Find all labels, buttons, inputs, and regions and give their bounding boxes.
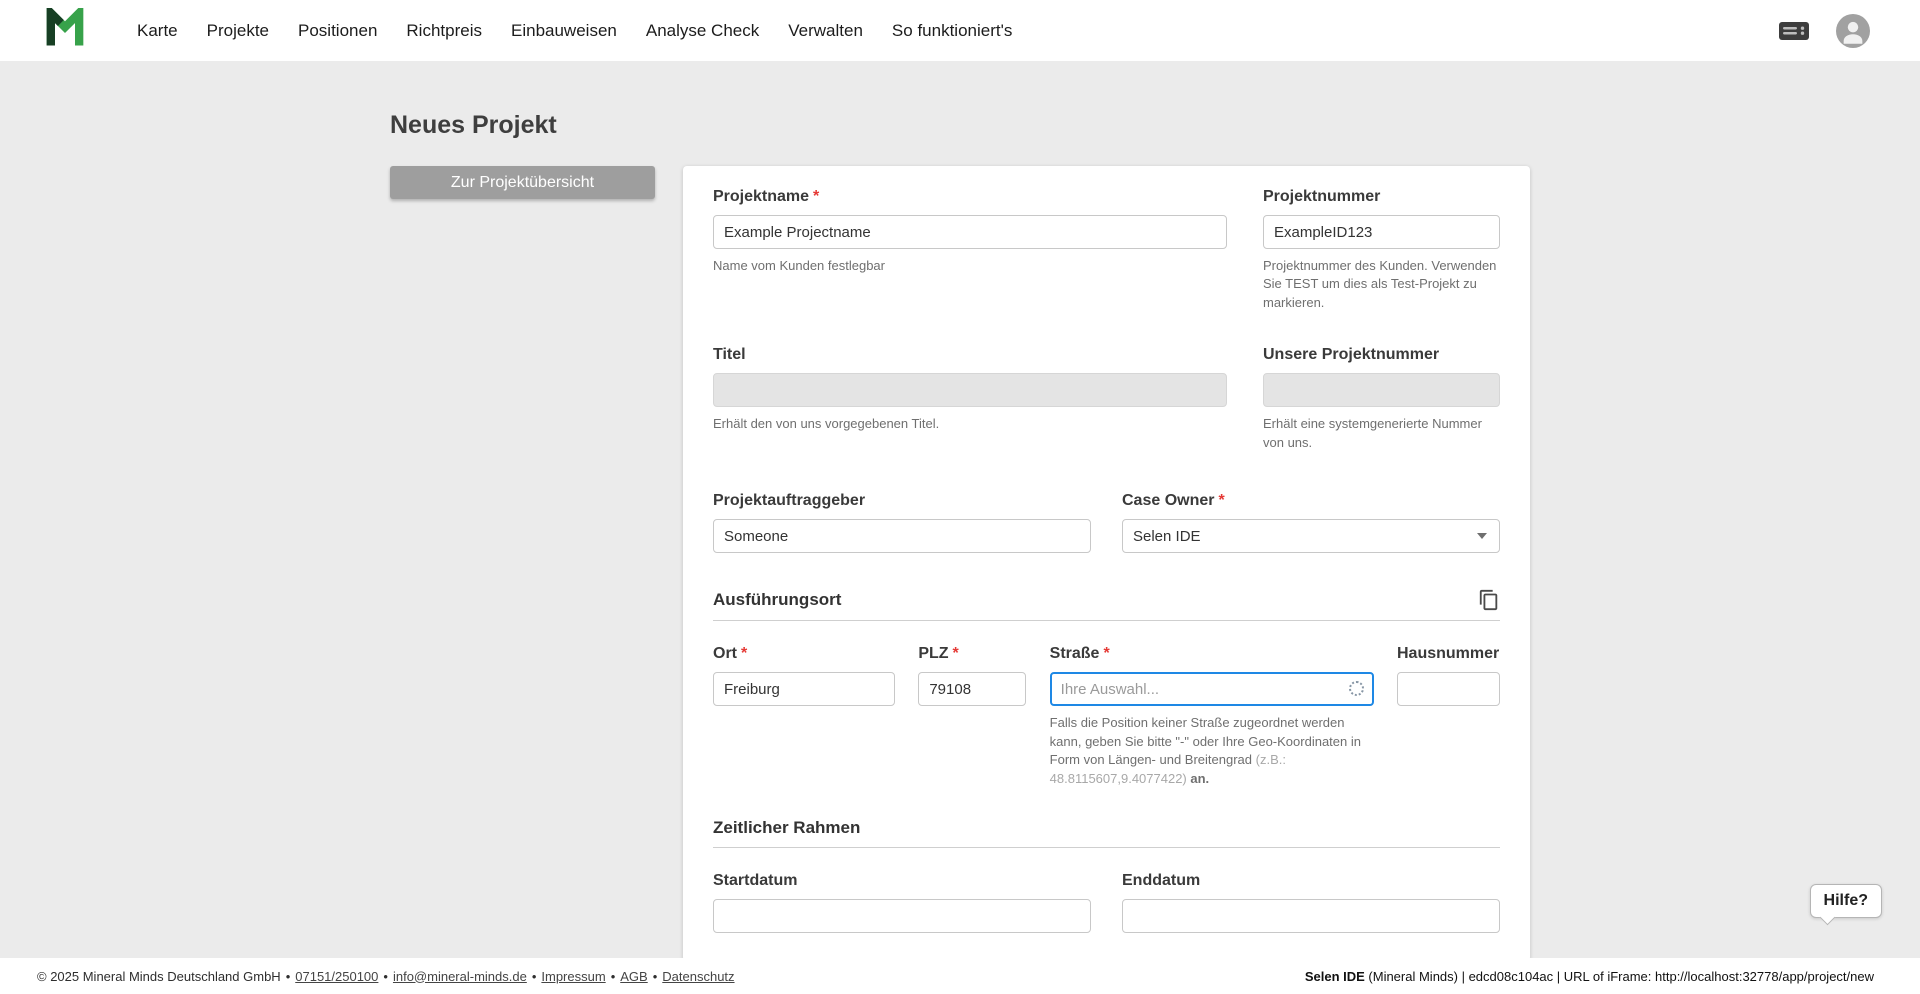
nav-item-analyse-check[interactable]: Analyse Check (646, 21, 759, 41)
app-logo[interactable] (45, 8, 85, 53)
plz-label: PLZ* (918, 645, 1026, 663)
chevron-down-icon (1477, 533, 1487, 539)
project-overview-button[interactable]: Zur Projektübersicht (390, 166, 655, 199)
user-avatar-icon[interactable] (1836, 14, 1870, 48)
nav-item-positionen[interactable]: Positionen (298, 21, 377, 41)
logo-icon (45, 8, 85, 53)
footer-separator: • (653, 969, 658, 984)
footer-impressum-link[interactable]: Impressum (541, 969, 605, 984)
projektauftraggeber-input[interactable] (713, 519, 1091, 553)
footer-left: © 2025 Mineral Minds Deutschland GmbH • … (37, 969, 735, 984)
case-owner-select[interactable]: Selen IDE (1122, 519, 1500, 553)
nav-menu: Karte Projekte Positionen Richtpreis Ein… (137, 21, 1012, 41)
startdatum-label: Startdatum (713, 872, 1091, 890)
nav-item-projekte[interactable]: Projekte (207, 21, 269, 41)
enddatum-label: Enddatum (1122, 872, 1500, 890)
footer-email-link[interactable]: info@mineral-minds.de (393, 969, 527, 984)
plz-input[interactable] (918, 672, 1026, 706)
nav-item-so-funktionierts[interactable]: So funktioniert's (892, 21, 1012, 41)
footer-datenschutz-link[interactable]: Datenschutz (662, 969, 734, 984)
section-divider (713, 620, 1500, 621)
projektnummer-label: Projektnummer (1263, 188, 1500, 206)
nav-item-karte[interactable]: Karte (137, 21, 178, 41)
loading-spinner-icon (1349, 681, 1364, 696)
nav-item-verwalten[interactable]: Verwalten (788, 21, 863, 41)
ort-label: Ort* (713, 645, 895, 663)
main-area: Neues Projekt Zur Projektübersicht Proje… (0, 61, 1920, 958)
projektnummer-input[interactable] (1263, 215, 1500, 249)
section-title-zeitlicher-rahmen: Zeitlicher Rahmen (713, 818, 860, 838)
footer-phone-link[interactable]: 07151/250100 (295, 969, 378, 984)
hausnummer-input[interactable] (1397, 672, 1500, 706)
top-nav: Karte Projekte Positionen Richtpreis Ein… (0, 0, 1920, 61)
section-title-ausfuehrungsort: Ausführungsort (713, 590, 841, 610)
required-asterisk: * (741, 645, 747, 662)
projektname-helper: Name vom Kunden festlegbar (713, 257, 1227, 275)
titel-helper: Erhält den von uns vorgegebenen Titel. (713, 415, 1227, 433)
case-owner-label: Case Owner* (1122, 492, 1500, 510)
footer-session-info: Selen IDE (Mineral Minds) | edcd08c104ac… (1305, 969, 1874, 984)
footer-agb-link[interactable]: AGB (620, 969, 647, 984)
strasse-input[interactable] (1050, 672, 1374, 706)
projektname-label: Projektname* (713, 188, 1227, 206)
required-asterisk: * (1218, 492, 1224, 509)
projektauftraggeber-label: Projektauftraggeber (713, 492, 1091, 510)
hausnummer-label: Hausnummer (1397, 645, 1500, 663)
footer-user-name: Selen IDE (1305, 969, 1365, 984)
strasse-label: Straße* (1050, 645, 1374, 663)
help-button[interactable]: Hilfe? (1810, 884, 1882, 918)
nav-right-controls (1778, 14, 1870, 48)
unsere-projektnummer-input (1263, 373, 1500, 407)
copy-icon[interactable] (1478, 589, 1500, 611)
nav-item-richtpreis[interactable]: Richtpreis (406, 21, 482, 41)
titel-input (713, 373, 1227, 407)
enddatum-input[interactable] (1122, 899, 1500, 933)
unsere-projektnummer-helper: Erhält eine systemgenerierte Nummer von … (1263, 415, 1500, 452)
projektnummer-helper: Projektnummer des Kunden. Verwenden Sie … (1263, 257, 1500, 312)
footer: © 2025 Mineral Minds Deutschland GmbH • … (0, 958, 1920, 994)
server-icon[interactable] (1778, 19, 1810, 43)
nav-item-einbauweisen[interactable]: Einbauweisen (511, 21, 617, 41)
projektname-input[interactable] (713, 215, 1227, 249)
project-form-card: Projektname* Name vom Kunden festlegbar … (683, 166, 1530, 958)
required-asterisk: * (813, 188, 819, 205)
help-label: Hilfe? (1824, 892, 1868, 909)
section-divider (713, 847, 1500, 848)
unsere-projektnummer-label: Unsere Projektnummer (1263, 346, 1500, 364)
case-owner-value: Selen IDE (1133, 528, 1201, 545)
required-asterisk: * (953, 645, 959, 662)
titel-label: Titel (713, 346, 1227, 364)
startdatum-input[interactable] (713, 899, 1091, 933)
ort-input[interactable] (713, 672, 895, 706)
footer-separator: • (532, 969, 537, 984)
strasse-helper: Falls die Position keiner Straße zugeord… (1050, 714, 1374, 788)
footer-separator: • (611, 969, 616, 984)
required-asterisk: * (1103, 645, 1109, 662)
footer-separator: • (383, 969, 388, 984)
footer-separator: • (286, 969, 291, 984)
footer-copyright: © 2025 Mineral Minds Deutschland GmbH (37, 969, 281, 984)
page-title: Neues Projekt (390, 111, 1530, 140)
footer-session-details: (Mineral Minds) | edcd08c104ac | URL of … (1365, 969, 1874, 984)
